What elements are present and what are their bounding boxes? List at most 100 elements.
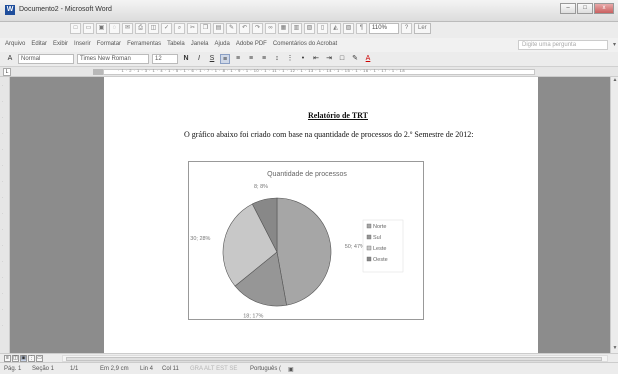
maximize-button[interactable]: □	[577, 3, 593, 14]
spelling-status-icon[interactable]: ▣	[288, 366, 302, 373]
vertical-ruler[interactable]: · · · · · · · · · · · · · · · ·	[0, 77, 10, 353]
align-center-icon[interactable]: ≡	[233, 54, 243, 64]
help-question-input[interactable]: Digite uma pergunta	[518, 40, 608, 50]
redo-icon[interactable]: ↷	[252, 23, 263, 34]
menu-bar: Arquivo Editar Exibir Inserir Formatar F…	[0, 38, 618, 52]
read-button[interactable]: Ler	[414, 23, 431, 34]
save-icon[interactable]: ▣	[96, 23, 107, 34]
new-document-icon[interactable]: □	[70, 23, 81, 34]
legend-swatch-oeste	[366, 256, 372, 262]
cut-icon[interactable]: ✂	[187, 23, 198, 34]
data-label-oeste: 8; 8%	[254, 184, 268, 190]
normal-view-icon[interactable]: ≡	[4, 355, 11, 362]
print-preview-icon[interactable]: ◫	[148, 23, 159, 34]
research-icon[interactable]: ⌕	[174, 23, 185, 34]
legend-swatch-sul	[366, 234, 372, 240]
style-select[interactable]: Normal	[18, 54, 74, 64]
legend-label-sul: Sul	[373, 235, 381, 241]
chart-object[interactable]: Quantidade de processos 50; 47% 18; 17% 30…	[188, 161, 424, 320]
italic-button[interactable]: I	[194, 54, 204, 64]
print-icon[interactable]: ⎙	[135, 23, 146, 34]
insert-table-icon[interactable]: ▥	[291, 23, 302, 34]
word-app-icon: W	[5, 5, 15, 15]
reading-view-icon[interactable]: ▭	[36, 355, 43, 362]
document-map-icon[interactable]: ▨	[343, 23, 354, 34]
underline-button[interactable]: S	[207, 54, 217, 64]
minimize-button[interactable]: –	[560, 3, 576, 14]
horizontal-scrollbar[interactable]	[62, 355, 608, 362]
menu-tabela[interactable]: Tabela	[167, 41, 185, 47]
horizontal-scroll-thumb[interactable]	[66, 357, 602, 361]
highlight-icon[interactable]: ✎	[350, 54, 360, 64]
undo-icon[interactable]: ↶	[239, 23, 250, 34]
menu-arquivo[interactable]: Arquivo	[5, 41, 25, 47]
document-page[interactable]: Relatório de TRT O gráfico abaixo foi cr…	[104, 77, 538, 353]
menu-inserir[interactable]: Inserir	[74, 41, 91, 47]
increase-indent-icon[interactable]: ⇥	[324, 54, 334, 64]
open-folder-icon[interactable]: ▭	[83, 23, 94, 34]
print-layout-view-icon[interactable]: ▣	[20, 355, 27, 362]
drawing-icon[interactable]: ◭	[330, 23, 341, 34]
email-icon[interactable]: ✉	[122, 23, 133, 34]
web-view-icon[interactable]: ◫	[12, 355, 19, 362]
document-title[interactable]: Relatório de TRT	[278, 111, 398, 120]
columns-icon[interactable]: ▯	[317, 23, 328, 34]
show-hide-icon[interactable]: ¶	[356, 23, 367, 34]
tables-borders-icon[interactable]: ▦	[278, 23, 289, 34]
menu-janela[interactable]: Janela	[191, 41, 209, 47]
vertical-ruler-marks: · · · · · · · · · · · · · · · ·	[2, 83, 4, 328]
legend-label-norte: Norte	[373, 224, 386, 230]
pie-slice-norte	[276, 197, 332, 306]
window-title: Documento2 - Microsoft Word	[19, 6, 112, 13]
font-color-button[interactable]: A	[363, 54, 373, 64]
insert-excel-icon[interactable]: ▧	[304, 23, 315, 34]
legend-label-oeste: Oeste	[373, 257, 388, 263]
help-icon[interactable]: ?	[401, 23, 412, 34]
menu-comentarios-acrobat[interactable]: Comentários do Acrobat	[273, 41, 337, 47]
status-modes[interactable]: GRA ALT EST SE	[190, 366, 250, 373]
menu-ajuda[interactable]: Ajuda	[214, 41, 229, 47]
status-line: Lin 4	[140, 366, 154, 372]
close-button[interactable]: x	[594, 3, 614, 14]
decrease-indent-icon[interactable]: ⇤	[311, 54, 321, 64]
align-right-icon[interactable]: ≡	[246, 54, 256, 64]
menu-adobe-pdf[interactable]: Adobe PDF	[236, 41, 267, 47]
font-select[interactable]: Times New Roman	[77, 54, 149, 64]
standard-toolbar: □ ▭ ▣ ◌ ✉ ⎙ ◫ ✓ ⌕ ✂ ❐ ▤ ✎ ↶ ↷ ∞ ▦ ▥ ▧ ▯ …	[0, 22, 618, 38]
data-label-leste: 30; 28%	[190, 236, 210, 242]
vertical-scrollbar[interactable]: ▲ ▼	[610, 77, 618, 353]
data-label-sul: 18; 17%	[243, 314, 263, 320]
tab-selector-icon[interactable]: L	[3, 68, 11, 76]
chart-title: Quantidade de processos	[267, 171, 347, 178]
copy-icon[interactable]: ❐	[200, 23, 211, 34]
justify-icon[interactable]: ≡	[259, 54, 269, 64]
spelling-icon[interactable]: ✓	[161, 23, 172, 34]
menu-formatar[interactable]: Formatar	[97, 41, 121, 47]
pie-slices	[222, 197, 332, 307]
bullets-icon[interactable]: •	[298, 54, 308, 64]
hyperlink-icon[interactable]: ∞	[265, 23, 276, 34]
document-paragraph[interactable]: O gráfico abaixo foi criado com base na …	[164, 130, 502, 140]
outline-view-icon[interactable]: ⋮	[28, 355, 35, 362]
line-spacing-icon[interactable]: ↕	[272, 54, 282, 64]
numbering-icon[interactable]: ⋮	[285, 54, 295, 64]
ruler-numbers: · 1 · 2 · 1 · 3 · 1 · 4 · 1 · 5 · 1 · 6 …	[118, 68, 406, 73]
format-painter-icon[interactable]: ✎	[226, 23, 237, 34]
paste-icon[interactable]: ▤	[213, 23, 224, 34]
scroll-down-icon[interactable]: ▼	[612, 345, 618, 353]
align-left-icon[interactable]: ≡	[220, 54, 230, 64]
font-size-select[interactable]: 12	[152, 54, 178, 64]
styles-pane-icon[interactable]: A	[5, 54, 15, 64]
menu-exibir[interactable]: Exibir	[53, 41, 68, 47]
scroll-up-icon[interactable]: ▲	[612, 77, 618, 85]
zoom-select[interactable]: 110%	[369, 23, 399, 34]
menu-editar[interactable]: Editar	[31, 41, 47, 47]
status-column: Col 11	[162, 366, 179, 372]
borders-icon[interactable]: □	[337, 54, 347, 64]
status-language[interactable]: Português (	[250, 366, 288, 373]
permission-icon[interactable]: ◌	[109, 23, 120, 34]
menu-ferramentas[interactable]: Ferramentas	[127, 41, 161, 47]
horizontal-ruler[interactable]: L · 1 · 2 · 1 · 3 · 1 · 4 · 1 · 5 · 1 · …	[0, 67, 618, 77]
help-dropdown-icon[interactable]: ▾	[613, 41, 616, 48]
bold-button[interactable]: N	[181, 54, 191, 64]
